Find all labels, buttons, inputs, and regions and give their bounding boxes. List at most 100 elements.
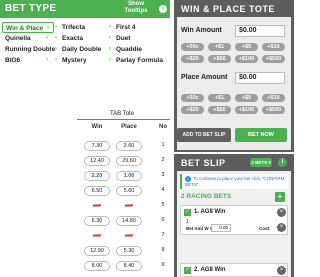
bet-cost-label: Cost: (259, 226, 271, 231)
bet-type-first4[interactable]: › First 4 (109, 22, 170, 33)
table-row: 8.00 8.40 9 (76, 259, 170, 273)
win-amount-label: Win Amount (181, 27, 222, 34)
close-icon[interactable]: × (277, 266, 286, 275)
scratched-label: scr (124, 233, 134, 239)
win-amount-input[interactable]: $0.00 (235, 25, 285, 37)
runner-number: 7 (161, 232, 165, 238)
confirm-message: i To continue to place your bet click "CO… (180, 174, 288, 189)
win-odds[interactable]: 6.50 (84, 186, 110, 196)
increment-button[interactable]: +$10 (262, 94, 285, 102)
bet-type-big6[interactable]: BIG6 › (2, 55, 54, 66)
confirm-message-text: To continue to place your bet click "CON… (185, 176, 285, 187)
increment-button[interactable]: +50c (181, 43, 204, 51)
place-odds[interactable]: 29.60 (116, 156, 142, 166)
bet-type-label: Mystery (62, 57, 87, 64)
increment-button[interactable]: +50c (181, 94, 204, 102)
increment-button[interactable]: +$1 (208, 94, 231, 102)
table-row: scr scr 5 (76, 199, 170, 213)
increment-button[interactable]: +$10 (262, 43, 285, 51)
win-odds[interactable]: 12.40 (84, 156, 110, 166)
increment-button[interactable]: +$50 (208, 55, 231, 63)
bet-type-duet[interactable]: › Duet (109, 33, 170, 44)
increment-button[interactable]: +$5 (235, 94, 258, 102)
win-odds[interactable]: 8.00 (84, 261, 110, 271)
info-icon[interactable]: i (159, 5, 167, 13)
bet-type-running-double[interactable]: Running Double (2, 44, 57, 55)
add-to-bet-slip-button[interactable]: ADD TO BET SLIP (177, 128, 231, 142)
table-row: 6.50 5.60 4 (76, 184, 170, 198)
place-odds[interactable]: 1.00 (116, 171, 142, 181)
increment-button[interactable]: +$1 (208, 43, 231, 51)
bet-type-label: Daily Double (62, 46, 102, 53)
place-odds[interactable]: 5.30 (116, 246, 142, 256)
bet-now-button[interactable]: BET NOW (235, 128, 287, 142)
table-row: 7.30 2.60 1 (76, 139, 170, 153)
bet-type-mystery[interactable]: › Mystery (55, 55, 108, 66)
table-row: 2.20 1.00 3 (76, 169, 170, 183)
increment-button[interactable]: +$20 (181, 106, 204, 114)
close-icon[interactable]: × (277, 208, 286, 217)
increment-button[interactable]: +$500 (262, 55, 285, 63)
bet-slip-body: i To continue to place your bet click "CO… (177, 171, 291, 277)
bet-type-daily-double[interactable]: › Daily Double (55, 44, 108, 55)
bet-type-quaddie[interactable]: › Quaddie (109, 44, 170, 55)
increment-button[interactable]: +$50 (208, 106, 231, 114)
place-odds[interactable]: 2.60 (116, 141, 142, 151)
bet-type-label: First 4 (116, 24, 136, 31)
bet-count-dropdown[interactable]: 2 BETS ▾ (250, 158, 272, 167)
increment-button[interactable]: +$5 (235, 43, 258, 51)
col-no: No (159, 124, 167, 130)
chevron-right-icon: › (55, 57, 57, 63)
win-odds[interactable]: 12.90 (84, 246, 110, 256)
bet-type-exacta[interactable]: › Exacta (55, 33, 108, 44)
bet-card-title: 2. AG8 Win (194, 267, 226, 273)
win-odds[interactable]: 6.30 (84, 216, 110, 226)
bet-type-win-place[interactable]: Win & Place › (2, 22, 54, 33)
betting-screen: BET TYPE Show Tooltips i Win & Place › ›… (0, 0, 294, 277)
close-icon[interactable]: × (277, 223, 286, 232)
bet-amount-label: Bet Amt W $ (186, 226, 213, 231)
bet-type-trifecta[interactable]: › Trifecta (55, 22, 108, 33)
increment-button[interactable]: +$100 (235, 106, 258, 114)
place-odds[interactable]: 5.60 (116, 186, 142, 196)
bet-type-title: BET TYPE (5, 3, 57, 14)
checkmark-icon[interactable]: ✓ (184, 209, 191, 216)
increment-button[interactable]: +$500 (262, 106, 285, 114)
bet-type-header: BET TYPE Show Tooltips i (0, 0, 170, 18)
bet-type-parlay-formula[interactable]: › Parlay Formula (109, 55, 170, 66)
col-win: Win (91, 124, 103, 130)
chevron-right-icon: › (109, 24, 111, 30)
info-icon[interactable]: i (278, 158, 287, 167)
show-tooltips-toggle[interactable]: Show Tooltips (118, 1, 154, 15)
place-odds[interactable]: 14.80 (116, 216, 142, 226)
bet-type-label: BIG6 (5, 57, 21, 64)
chevron-right-icon: › (46, 57, 48, 63)
table-row: 12.40 29.60 2 (76, 154, 170, 168)
runner-number: 2 (161, 157, 165, 163)
bet-card: ✓ 2. AG8 Win × (180, 263, 288, 277)
runner-number: 5 (161, 202, 165, 208)
runner-number: 1 (161, 142, 165, 148)
bet-type-label: Running Double (5, 46, 56, 53)
tab-tote-header: TAB Tote (109, 111, 135, 117)
bet-type-quinella[interactable]: Quinella › (2, 33, 54, 44)
bet-type-label: Quaddie (116, 46, 143, 53)
place-amount-input[interactable]: $0.00 (235, 72, 285, 84)
chevron-right-icon: › (55, 24, 57, 30)
bet-amount-input[interactable]: 0.00 (211, 224, 231, 232)
bet-type-label: Quinella (5, 35, 31, 42)
chevron-right-icon: › (109, 46, 111, 52)
scratched-label: scr (92, 233, 102, 239)
add-bet-button[interactable]: + (275, 192, 285, 202)
table-row: 6.30 14.80 6 (76, 214, 170, 228)
win-odds[interactable]: 7.30 (84, 141, 110, 151)
bet-type-label: Exacta (62, 35, 83, 42)
place-odds[interactable]: 8.40 (116, 261, 142, 271)
table-row: 12.90 5.30 8 (76, 244, 170, 258)
increment-button[interactable]: +$20 (181, 55, 204, 63)
runner-number: 4 (161, 187, 165, 193)
increment-button[interactable]: +$100 (235, 55, 258, 63)
checkmark-icon[interactable]: ✓ (184, 267, 191, 274)
bet-card: ✓ 1. AG8 Win × 1 Bet Amt W $ 0.00 Cost: … (180, 205, 288, 235)
win-odds[interactable]: 2.20 (84, 171, 110, 181)
